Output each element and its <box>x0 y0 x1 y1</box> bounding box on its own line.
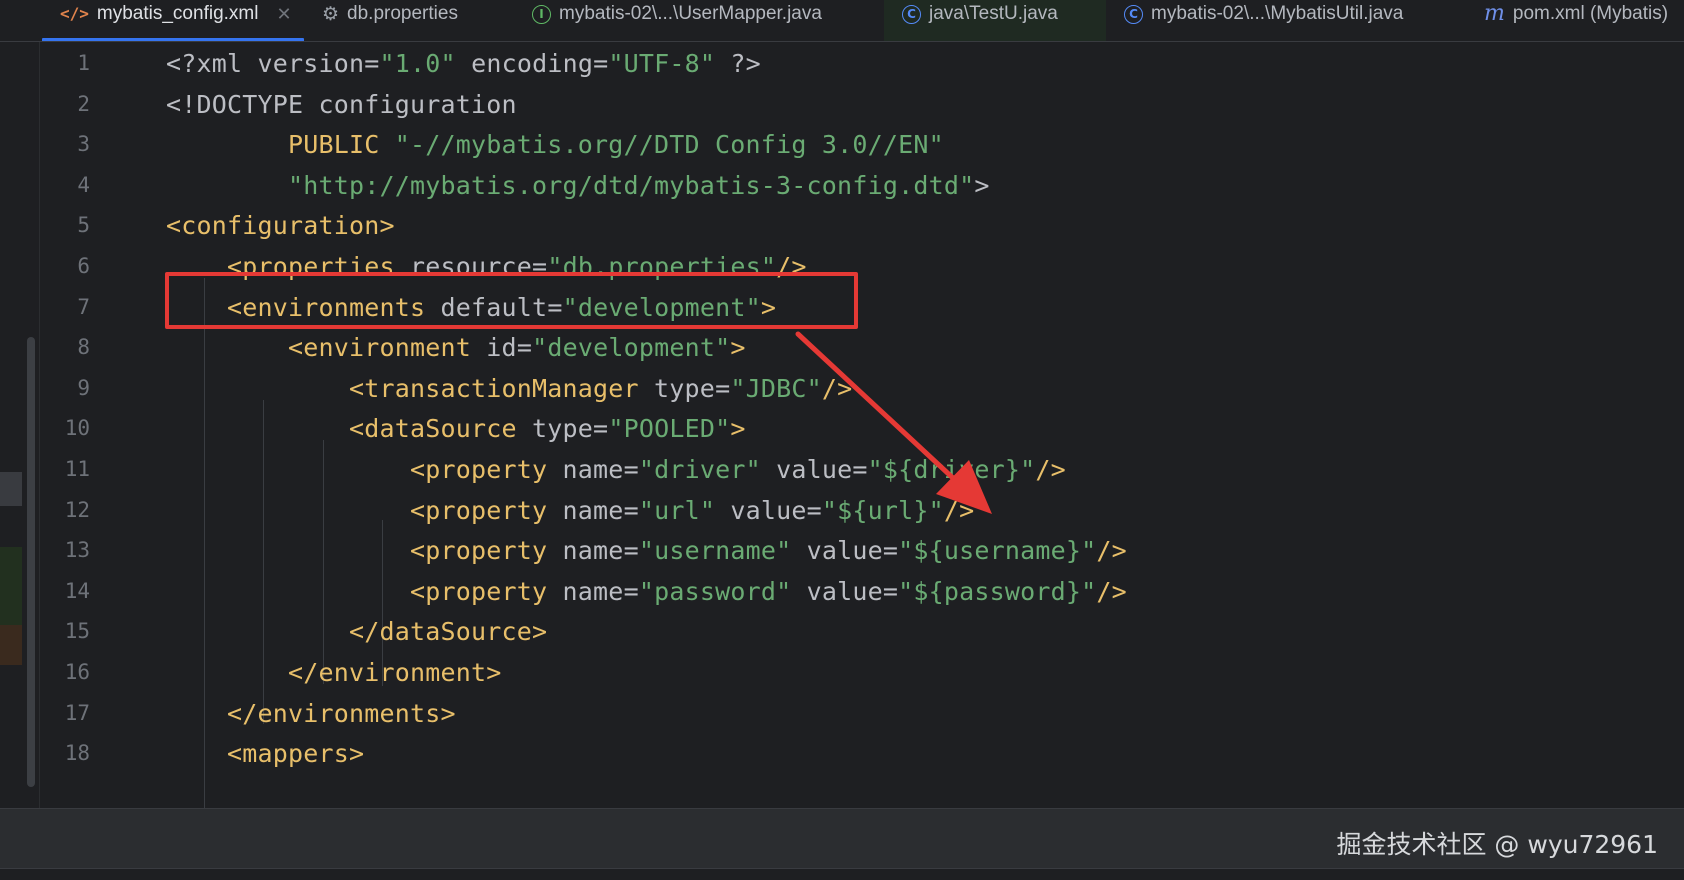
xml-file-icon: </> <box>60 4 89 23</box>
tab-db-properties[interactable]: ⚙ db.properties <box>322 0 458 41</box>
interface-icon: I <box>532 4 551 24</box>
watermark-text: 掘金技术社区 @ wyu72961 <box>1336 830 1658 859</box>
bottom-status-area: 掘金技术社区 @ wyu72961 <box>0 808 1684 880</box>
code-editor[interactable]: 1 2 3 4 5 6 7 8 9 10 11 12 13 14 15 16 17 18 <?xml versio… <box>40 42 1684 808</box>
tab-label: db.properties <box>347 3 458 24</box>
tab-testu-java[interactable]: C java\TestU.java <box>884 0 1106 41</box>
tab-mybatisutil-java[interactable]: C mybatis-02\...\MybatisUtil.java <box>1124 0 1404 41</box>
tab-label: mybatis-02\...\UserMapper.java <box>559 3 822 24</box>
editor-tab-bar: </> mybatis_config.xml ✕ ⚙ db.properties… <box>0 0 1684 42</box>
vertical-scrollbar[interactable] <box>27 337 35 787</box>
maven-icon: m <box>1484 1 1505 26</box>
change-marker <box>0 472 22 506</box>
tab-usermapper-java[interactable]: I mybatis-02\...\UserMapper.java <box>532 0 822 41</box>
tab-label: java\TestU.java <box>929 3 1058 24</box>
change-marker <box>0 547 22 625</box>
close-icon[interactable]: ✕ <box>276 4 291 25</box>
tab-label: pom.xml (Mybatis) <box>1512 3 1669 24</box>
tab-label: mybatis-02\...\MybatisUtil.java <box>1151 3 1404 24</box>
left-tool-strip <box>0 42 40 808</box>
class-icon: C <box>902 4 921 24</box>
annotation-arrow <box>795 331 992 514</box>
tab-mybatis-config-xml[interactable]: </> mybatis_config.xml ✕ <box>42 0 304 41</box>
change-marker <box>0 625 22 665</box>
tab-label: mybatis_config.xml <box>96 3 259 24</box>
gear-file-icon: ⚙ <box>322 3 340 25</box>
tab-pom-xml[interactable]: m pom.xml (Mybatis) <box>1484 0 1669 41</box>
status-bar <box>0 868 1684 880</box>
class-icon: C <box>1124 4 1143 24</box>
